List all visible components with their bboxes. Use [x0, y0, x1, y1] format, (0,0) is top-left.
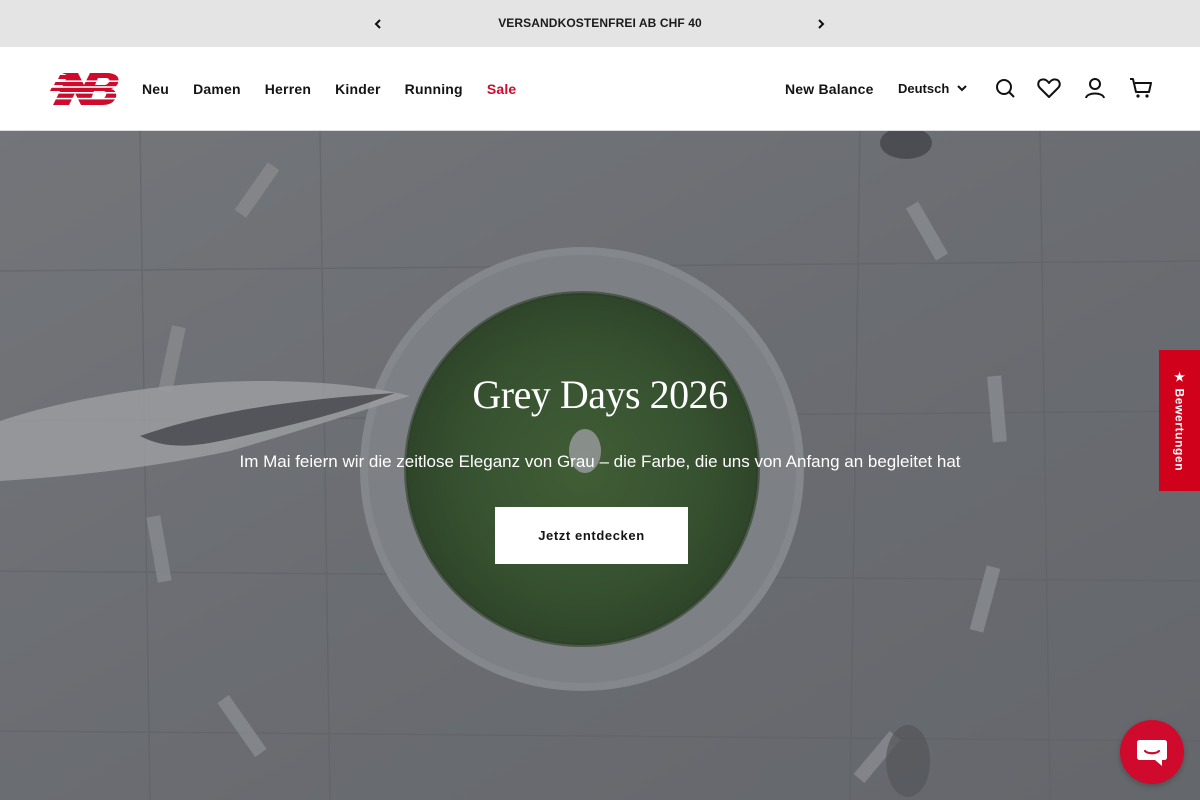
announcement-text: VERSANDKOSTENFREI AB CHF 40 [498, 16, 702, 30]
announcement-bar: VERSANDKOSTENFREI AB CHF 40 [0, 0, 1200, 47]
cart-button[interactable] [1129, 76, 1153, 100]
chat-button[interactable] [1120, 720, 1184, 784]
language-label: Deutsch [898, 81, 950, 96]
reviews-tab[interactable]: ★ Bewertungen [1159, 350, 1200, 491]
hero-subtitle: Im Mai feiern wir die zeitlose Eleganz v… [239, 452, 961, 471]
nav-item-damen[interactable]: Damen [193, 81, 241, 97]
hero-title: Grey Days 2026 [472, 372, 728, 417]
nav-item-neu[interactable]: Neu [142, 81, 169, 97]
language-selector[interactable]: Deutsch [898, 81, 968, 96]
new-balance-link[interactable]: New Balance [785, 81, 874, 97]
announcement-next-button[interactable] [813, 16, 829, 32]
wishlist-button[interactable] [1037, 76, 1061, 100]
heart-icon [1037, 78, 1061, 98]
site-header: Neu Damen Herren Kinder Running Sale New… [0, 47, 1200, 131]
chevron-down-icon [957, 85, 968, 92]
hero-banner: Grey Days 2026 Im Mai feiern wir die zei… [0, 131, 1200, 800]
chevron-right-icon [818, 19, 825, 29]
cart-icon [1130, 78, 1152, 98]
account-button[interactable] [1083, 76, 1107, 100]
reviews-tab-label: ★ Bewertungen [1172, 369, 1187, 472]
hero-cta-button[interactable]: Jetzt entdecken [495, 507, 688, 564]
nav-item-sale[interactable]: Sale [487, 81, 517, 97]
nav-item-running[interactable]: Running [405, 81, 463, 97]
search-button[interactable] [993, 76, 1017, 100]
nav-item-herren[interactable]: Herren [265, 81, 311, 97]
nav-item-kinder[interactable]: Kinder [335, 81, 381, 97]
new-balance-logo[interactable] [48, 71, 120, 107]
main-nav: Neu Damen Herren Kinder Running Sale [142, 81, 540, 97]
user-icon [1085, 78, 1105, 99]
chat-icon [1137, 740, 1167, 766]
search-icon [996, 79, 1015, 98]
